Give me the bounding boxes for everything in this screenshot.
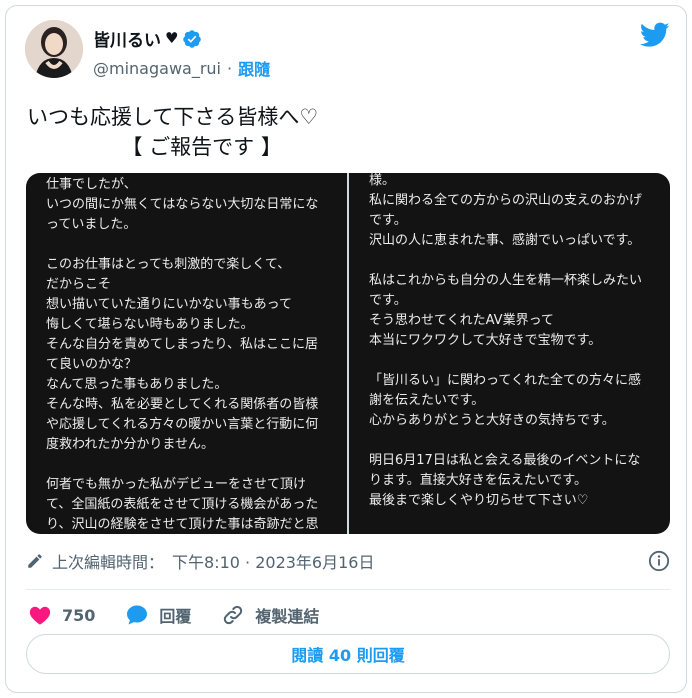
- follow-link[interactable]: 跟隨: [238, 56, 270, 80]
- media-text-line: 私に関わる全ての方からの沢山の支えのおかげ: [369, 193, 643, 208]
- media-text-line: [46, 235, 335, 255]
- media-text-line: 謝を伝えたいです。: [369, 393, 485, 408]
- media-text-line: [369, 251, 658, 271]
- like-button[interactable]: 750: [28, 603, 95, 627]
- link-icon: [224, 605, 243, 625]
- action-bar: 750 回覆 複製連結: [28, 600, 349, 630]
- handle-row: @minagawa_rui · 跟隨: [93, 56, 270, 80]
- twitter-bird-icon[interactable]: [640, 22, 670, 48]
- media-text-line: 何者でも無かった私がデビューをさせて頂け: [46, 477, 307, 492]
- timestamp-link[interactable]: 下午8:10 · 2023年6月16日: [172, 549, 374, 573]
- media-text-line: て良いのかな？: [46, 357, 138, 372]
- handle[interactable]: @minagawa_rui: [93, 59, 221, 78]
- media-text-line: このお仕事はとっても刺激的で楽しくて、: [46, 257, 291, 272]
- media-image-left[interactable]: 仕事でしたが、いつの間にか無くてはならない大切な日常にな っていました。このお仕事…: [26, 173, 347, 534]
- media-text-line: です。: [369, 293, 407, 308]
- media-text-line: [369, 351, 658, 371]
- media-text-line: ります。直接大好きを伝えたいです。: [369, 473, 588, 488]
- media-text-line: そんな時、私を必要としてくれる関係者の皆様: [46, 397, 319, 412]
- media-text-line: なんて思った事もありました。: [46, 377, 228, 392]
- media-text-line: 本当にワクワクして大好きで宝物です。: [369, 333, 602, 348]
- avatar[interactable]: [25, 20, 83, 78]
- media-text-line: り、沢山の経験をさせて頂けた事は奇跡だと思: [46, 517, 319, 532]
- tweet-text: いつも応援して下さる皆様へ♡ 【 ご報告です 】: [27, 105, 319, 159]
- media-text-line: [46, 455, 335, 475]
- info-icon[interactable]: [648, 550, 670, 572]
- reply-label: 回覆: [159, 607, 192, 626]
- media-text-line: [369, 431, 658, 451]
- media-text-line: 沢山の人に恵まれた事、感謝でいっぱいです。: [369, 233, 641, 248]
- media-text-line: 私はこれからも自分の人生を精一杯楽しみたい: [369, 273, 643, 288]
- media-text-line: です。: [369, 213, 407, 228]
- media-text-line: [369, 511, 658, 531]
- read-replies-button[interactable]: 閱讀 40 則回覆: [26, 634, 670, 674]
- copy-link-label: 複製連結: [255, 607, 320, 626]
- copy-link-button[interactable]: 複製連結: [221, 603, 319, 627]
- divider: [26, 589, 670, 590]
- edited-label: 上次編輯時間：: [52, 553, 165, 572]
- media-text-line: や応援してくれる方々の暖かい言葉と行動に何: [46, 417, 319, 432]
- media-text-line: 様。: [369, 173, 396, 188]
- media-text-line: 最後まで楽しくやり切らせて下さい♡: [369, 493, 589, 508]
- media-text-line: 度救われたか分かりません。: [46, 437, 214, 452]
- like-count: 750: [62, 605, 96, 625]
- media-right-text: 様。 私に関わる全ての方からの沢山の支えのおかげ です。 沢山の人に恵まれた事、感謝で…: [369, 173, 658, 531]
- edited-timestamp-row: 上次編輯時間： 下午8:10 · 2023年6月16日: [26, 546, 670, 576]
- media-left-text: 仕事でしたが、いつの間にか無くてはならない大切な日常にな っていました。このお仕事…: [46, 175, 335, 534]
- tweet-card: 皆川るい ♥ @minagawa_rui · 跟隨 いつも応援して下さる皆様へ♡…: [5, 5, 687, 693]
- heart-icon: [29, 606, 51, 625]
- media-text-line: 明日6月17日は私と会える最後のイベントにな: [369, 453, 641, 468]
- media-text-line: て、全国紙の表紙をさせて頂ける機会があった: [46, 497, 319, 512]
- reply-button[interactable]: 回覆: [125, 603, 191, 627]
- media-text-line: 想い描いていた通りにいかない事もあって: [46, 297, 292, 312]
- display-name[interactable]: 皆川るい: [93, 26, 161, 51]
- media-image-right[interactable]: 様。 私に関わる全ての方からの沢山の支えのおかげ です。 沢山の人に恵まれた事、感謝で…: [349, 173, 670, 534]
- media-text-line: そう思わせてくれたAV業界って: [369, 313, 554, 328]
- media-text-line: 「皆川るい」に関わってくれた全ての方々に感: [369, 373, 641, 388]
- media-text-line: いつの間にか無くてはならない大切な日常にな: [46, 197, 319, 212]
- reply-bubble-icon: [127, 605, 148, 625]
- media-text-line: っていました。: [46, 217, 137, 232]
- media-text-line: そんな自分を責めてしまったり、私はここに居: [46, 337, 318, 352]
- media-text-line: 仕事でしたが、: [46, 177, 137, 192]
- avatar-photo: [25, 20, 83, 78]
- display-name-row: 皆川るい ♥: [93, 26, 202, 51]
- separator: ·: [227, 58, 233, 78]
- heart-emoji: ♥: [165, 29, 179, 47]
- pencil-icon: [28, 554, 42, 568]
- verified-badge-icon: [183, 29, 202, 48]
- media-text-line: だからこそ: [46, 277, 112, 292]
- media-text-line: 悔しくて堪らない時もありました。: [46, 317, 254, 332]
- tweet-media[interactable]: 仕事でしたが、いつの間にか無くてはならない大切な日常にな っていました。このお仕事…: [26, 173, 670, 534]
- media-text-line: 心からありがとうと大好きの気持ちです。: [369, 413, 615, 428]
